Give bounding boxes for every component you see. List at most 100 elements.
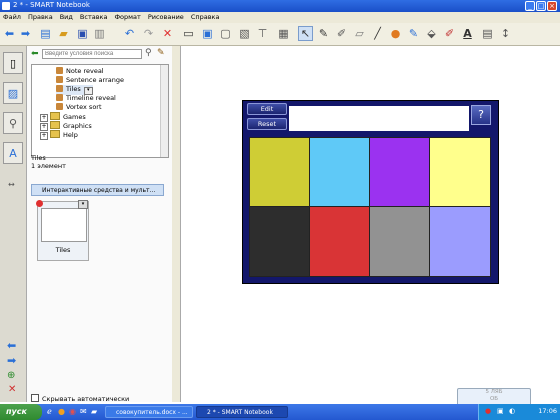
shapes-icon[interactable]: ● [388,26,403,41]
tray-alert-icon[interactable]: ● [485,407,491,415]
reset-button[interactable]: Reset [247,118,287,130]
menu-draw[interactable]: Рисование [145,12,188,21]
line-icon[interactable]: ╱ [370,26,385,41]
quicklaunch-media-icon[interactable]: ● [58,407,65,416]
fill-icon[interactable]: ⬙ [424,26,439,41]
flash-badge-icon [36,200,43,207]
menu-edit[interactable]: Правка [25,12,57,21]
attachments-icon[interactable]: ⚲ [3,112,23,134]
menu-file[interactable]: Файл [0,12,25,21]
info-count: 1 элемент [31,162,66,170]
tile-3[interactable] [369,137,430,207]
notebook-canvas[interactable]: Edit Reset ? [181,46,560,402]
select-arrow-icon[interactable]: ↖ [298,26,313,41]
add-page-icon[interactable]: ▤ [38,26,53,41]
screen-capture-icon[interactable]: ▢ [218,26,233,41]
creative-pen-icon[interactable]: ✐ [334,26,349,41]
tile-5[interactable] [249,206,310,277]
quicklaunch-mail-icon[interactable]: ✉ [80,407,87,416]
gallery-pen-icon[interactable]: ✎ [157,48,165,58]
gallery-info: Tiles 1 элемент [31,154,169,180]
gallery-icon[interactable]: ▨ [3,82,23,104]
panel-add-icon[interactable]: ⊕ [7,370,15,381]
tile-8[interactable] [429,206,491,277]
gallery-back-icon[interactable]: ⬅ [31,49,39,59]
tile-2[interactable] [309,137,370,207]
thumbnail-menu-icon[interactable]: ▾ [78,200,88,209]
tree-folder-help[interactable]: + Help [40,130,78,140]
highlighter-icon[interactable]: ✐ [442,26,457,41]
taskbar-clock: 17:06 [538,407,557,415]
properties-tab-icon[interactable]: A [3,142,23,164]
gallery-tree: Note reveal Sentence arrange Tiles ▾ Time… [31,64,169,158]
document-camera-icon[interactable]: ▧ [237,26,252,41]
properties-icon[interactable]: ▤ [480,26,495,41]
panel-back-icon[interactable]: ⬅ [7,339,16,352]
tree-item-timeline-reveal[interactable]: Timeline reveal [56,94,116,102]
tiles-widget: Edit Reset ? [242,100,499,284]
tile-6[interactable] [309,206,370,277]
eraser-icon[interactable]: ▱ [352,26,367,41]
info-title: Tiles [31,154,46,162]
thumbnail-preview [41,208,87,242]
widget-title-area [289,106,469,131]
menu-help[interactable]: Справка [188,12,224,21]
search-icon[interactable]: ⚲ [145,48,152,58]
quicklaunch-opera-icon[interactable]: ◉ [69,407,76,416]
autohide-checkbox[interactable] [31,394,39,402]
tree-scrollbar[interactable] [160,65,168,157]
task-smart-notebook[interactable]: 2 * - SMART Notebook [196,406,288,418]
screen-shade-icon[interactable]: ▭ [181,26,196,41]
panel-splitter[interactable] [172,46,181,402]
panel-delete-icon[interactable]: ✕ [8,384,16,395]
tray-volume-icon[interactable]: ◐ [509,407,515,415]
page-sorter-icon[interactable]: ▯ [3,52,23,74]
toolbar: ⬅ ➡ ▤ ▰ ▣ ▥ ↶ ↷ ✕ ▭ ▣ ▢ ▧ ⊤ ▦ ↖ ✎ ✐ ▱ ╱ … [0,23,560,46]
minimize-button[interactable]: _ [525,1,535,11]
open-folder-icon[interactable]: ▰ [56,26,71,41]
tile-1[interactable] [249,137,310,207]
panel-forward-icon[interactable]: ➡ [7,354,16,367]
tree-item-note-reveal[interactable]: Note reveal [56,67,104,75]
title-bar: 2 * - SMART Notebook _ □ × [0,0,560,12]
app-icon [2,2,10,10]
close-button[interactable]: × [547,1,557,11]
paste-icon[interactable]: ▥ [92,26,107,41]
capture-toolbar-icon[interactable]: ⊤ [255,26,270,41]
save-icon[interactable]: ▣ [75,26,90,41]
category-bar[interactable]: Интерактивные средства и мульт... [31,184,164,196]
quicklaunch-folder-icon[interactable]: ▰ [91,407,97,416]
tile-7[interactable] [369,206,430,277]
tree-item-sentence-arrange[interactable]: Sentence arrange [56,76,124,84]
text-icon[interactable]: A [460,26,475,41]
magic-pen-icon[interactable]: ✎ [406,26,421,41]
forward-arrow-icon[interactable]: ➡ [18,26,33,41]
menu-insert[interactable]: Вставка [77,12,112,21]
pen-icon[interactable]: ✎ [316,26,331,41]
thumbnail-label: Tiles [55,246,71,254]
maximize-button[interactable]: □ [536,1,546,11]
back-arrow-icon[interactable]: ⬅ [2,26,17,41]
expand-arrows-icon[interactable]: ↔ [8,180,15,189]
tray-network-icon[interactable]: ▣ [497,407,504,415]
start-button[interactable]: пуск [0,404,42,420]
undo-icon[interactable]: ↶ [122,26,137,41]
taskbar: пуск ℯ ● ◉ ✉ ▰ совокупитель.docx - ... 2… [0,404,560,420]
delete-icon[interactable]: ✕ [160,26,175,41]
quicklaunch-ie-icon[interactable]: ℯ [47,407,52,416]
edit-button[interactable]: Edit [247,103,287,115]
menu-format[interactable]: Формат [111,12,144,21]
tile-4[interactable] [429,137,491,207]
autohide-option[interactable]: Скрывать автоматически [31,394,129,403]
full-screen-icon[interactable]: ▣ [200,26,215,41]
side-tab-strip: ▯ ▨ ⚲ A ↔ ⬅ ➡ ⊕ ✕ [0,46,27,402]
window-title: 2 * - SMART Notebook [13,1,90,9]
menu-view[interactable]: Вид [57,12,77,21]
tree-item-vortex-sort[interactable]: Vortex sort [56,103,102,111]
help-button[interactable]: ? [471,105,491,125]
move-toolbar-icon[interactable]: ↕ [498,26,513,41]
table-icon[interactable]: ▦ [276,26,291,41]
gallery-search-input[interactable] [42,49,142,59]
task-word-document[interactable]: совокупитель.docx - ... [105,406,193,418]
redo-icon[interactable]: ↷ [141,26,156,41]
